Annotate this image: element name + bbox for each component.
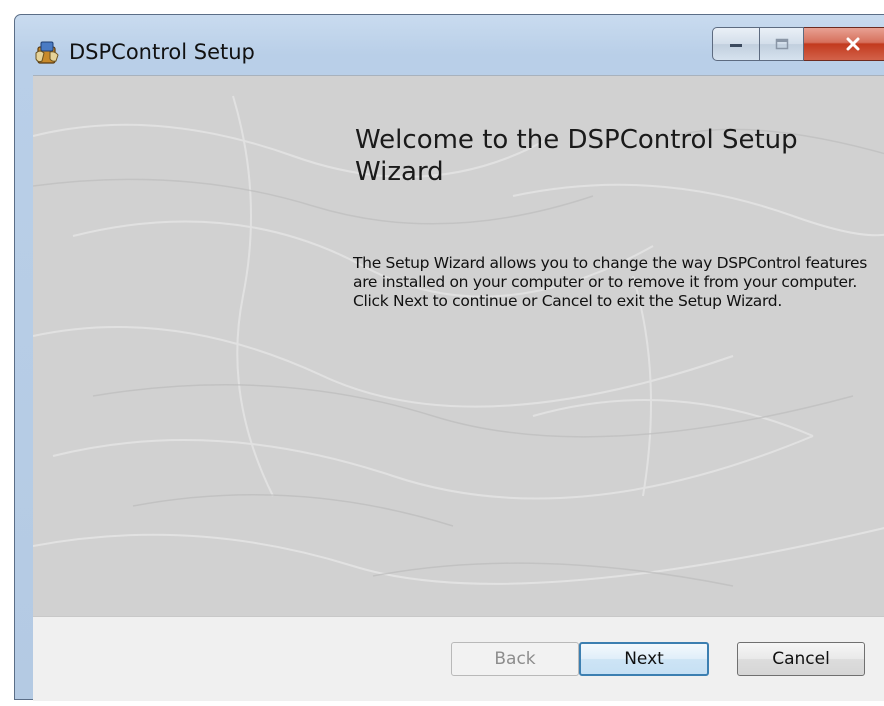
back-button[interactable]: Back — [451, 642, 579, 676]
close-icon — [846, 37, 859, 51]
maximize-button[interactable] — [760, 27, 804, 61]
maximize-icon — [775, 38, 788, 50]
wizard-content-panel: Welcome to the DSPControl Setup Wizard T… — [33, 75, 884, 616]
minimize-icon — [730, 44, 742, 47]
minimize-button[interactable] — [712, 27, 760, 61]
welcome-description: The Setup Wizard allows you to change th… — [353, 254, 867, 310]
button-bar: Back Next Cancel — [33, 616, 884, 701]
next-button[interactable]: Next — [579, 642, 709, 676]
welcome-heading: Welcome to the DSPControl Setup Wizard — [355, 125, 798, 187]
installer-package-icon — [35, 41, 59, 64]
window-title: DSPControl Setup — [69, 40, 255, 64]
title-bar[interactable]: DSPControl Setup — [15, 15, 884, 75]
close-button[interactable] — [804, 27, 884, 61]
cancel-button[interactable]: Cancel — [737, 642, 865, 676]
setup-window: DSPControl Setup Welcome to the DSPContr… — [14, 14, 884, 701]
caption-buttons — [712, 27, 884, 61]
